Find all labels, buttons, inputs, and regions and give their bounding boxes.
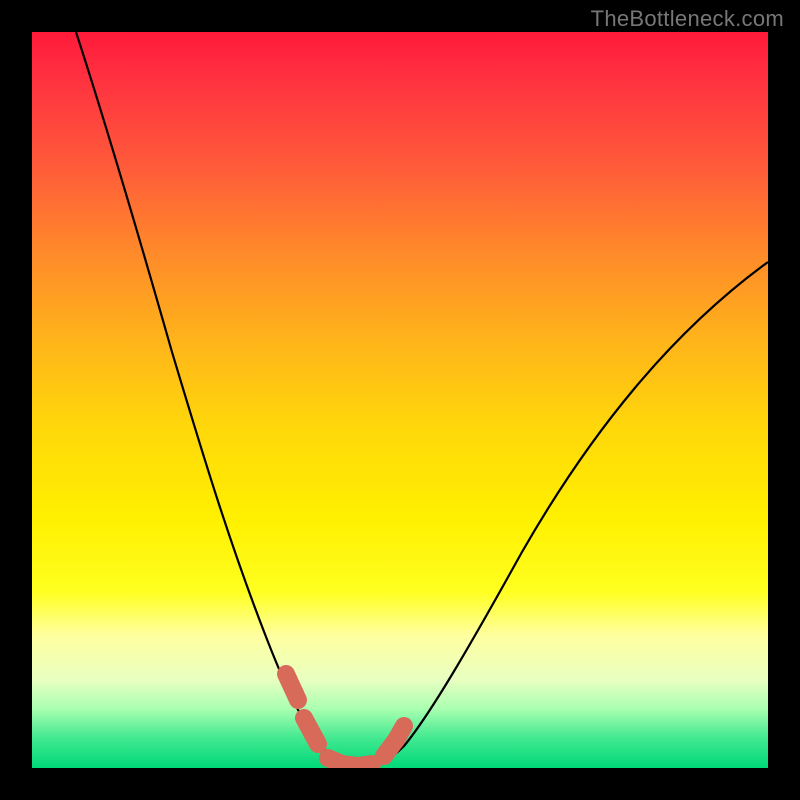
bottleneck-curve — [76, 32, 768, 767]
optimal-range-marker — [286, 674, 404, 766]
watermark-text: TheBottleneck.com — [591, 6, 784, 32]
chart-frame: TheBottleneck.com — [0, 0, 800, 800]
plot-area — [32, 32, 768, 768]
chart-svg — [32, 32, 768, 768]
